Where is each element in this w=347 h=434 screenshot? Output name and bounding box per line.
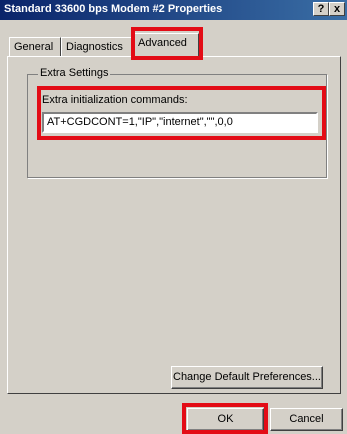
modem-properties-dialog: Standard 33600 bps Modem #2 Properties ?… — [0, 0, 347, 434]
close-button[interactable]: x — [329, 2, 345, 16]
tab-diagnostics[interactable]: Diagnostics — [61, 37, 132, 57]
window-title: Standard 33600 bps Modem #2 Properties — [4, 3, 223, 15]
tab-general[interactable]: General — [9, 37, 61, 57]
extra-init-commands-input[interactable]: AT+CGDCONT=1,"IP","internet","",0,0 — [42, 112, 318, 133]
help-button[interactable]: ? — [313, 2, 329, 16]
change-default-preferences-button[interactable]: Change Default Preferences... — [171, 366, 323, 389]
ok-button[interactable]: OK — [187, 408, 264, 431]
cancel-button[interactable]: Cancel — [270, 408, 343, 431]
title-bar[interactable]: Standard 33600 bps Modem #2 Properties ?… — [0, 0, 347, 20]
extra-init-commands-label: Extra initialization commands: — [42, 94, 188, 106]
tab-advanced[interactable]: Advanced — [133, 33, 199, 58]
extra-settings-group-label: Extra Settings — [38, 67, 111, 79]
